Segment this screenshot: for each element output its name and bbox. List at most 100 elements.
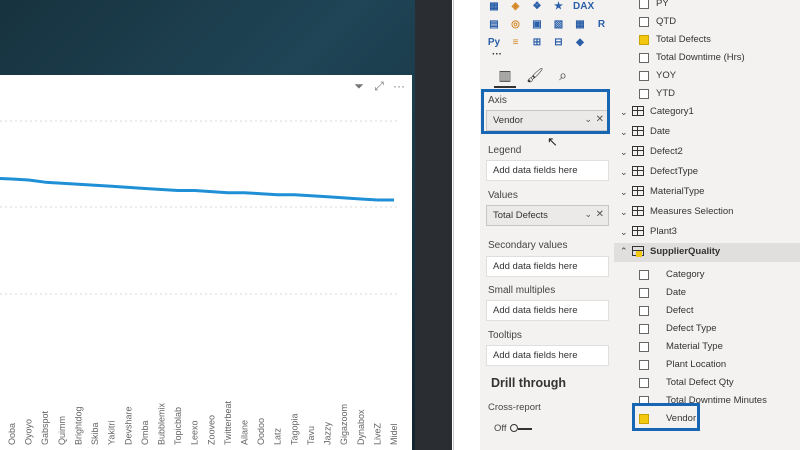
table-row[interactable]: ⌄ Measures Selection <box>618 203 798 221</box>
cross-report-toggle[interactable] <box>510 424 532 433</box>
field-row[interactable]: YOY <box>618 67 798 85</box>
focus-mode-icon[interactable]: ⤢ <box>372 79 386 93</box>
table-row[interactable]: ⌄ Plant3 <box>618 223 798 241</box>
field-row[interactable]: Category <box>618 266 798 284</box>
field-checkbox[interactable] <box>639 360 649 370</box>
visual-type-icon[interactable]: ▦ <box>487 0 501 14</box>
visual-type-icon[interactable]: ◎ <box>509 18 523 32</box>
x-tick-label: Brightdog <box>73 406 83 445</box>
table-row[interactable]: ⌄ MaterialType <box>618 183 798 201</box>
field-checkbox[interactable] <box>639 378 649 388</box>
visual-type-icon[interactable]: ≡ <box>509 36 523 50</box>
x-tick-label: Midel <box>389 423 399 445</box>
table-label: SupplierQuality <box>650 246 721 257</box>
visual-type-icon[interactable]: ★ <box>552 0 566 14</box>
field-row[interactable]: Total Downtime (Hrs) <box>618 49 798 67</box>
field-row[interactable]: Date <box>618 284 798 302</box>
values-field-value: Total Defects <box>493 210 548 221</box>
field-checkbox[interactable] <box>639 324 649 334</box>
chevron-down-icon[interactable]: ⌄ <box>620 203 628 221</box>
visual-type-icon[interactable]: ▤ <box>487 18 501 32</box>
field-checkbox[interactable] <box>639 53 649 63</box>
table-row[interactable]: ⌄ DefectType <box>618 163 798 181</box>
table-row[interactable]: ⌄ Defect2 <box>618 143 798 161</box>
visual-type-icon[interactable]: ❖ <box>530 0 544 14</box>
field-checkbox[interactable] <box>639 89 649 99</box>
field-row[interactable]: Plant Location <box>618 356 798 374</box>
table-icon <box>632 106 644 116</box>
drill-through-heading: Drill through <box>491 376 566 390</box>
values-well[interactable]: Total Defects ⌄ ✕ <box>486 205 609 226</box>
remove-field-icon[interactable]: ✕ <box>596 209 604 220</box>
x-tick-label: Oyoyo <box>24 419 34 445</box>
visual-type-icon[interactable]: DAX <box>573 0 594 14</box>
field-checkbox[interactable] <box>639 17 649 27</box>
legend-label: Legend <box>488 145 522 156</box>
chevron-up-icon[interactable]: ⌃ <box>620 242 628 260</box>
x-tick-label: Ailane <box>240 420 250 445</box>
visual-type-icon[interactable]: ◈ <box>509 0 523 14</box>
visual-type-icon[interactable]: R <box>595 18 609 32</box>
secondary-values-well[interactable]: Add data fields here <box>486 256 609 277</box>
field-checkbox[interactable] <box>639 306 649 316</box>
table-icon <box>632 206 644 216</box>
table-row-expanded[interactable]: ⌃ SupplierQuality <box>618 243 798 261</box>
chevron-down-icon[interactable]: ⌄ <box>620 123 628 141</box>
field-label: Defect <box>666 305 694 316</box>
visual-type-icon[interactable]: ⊞ <box>530 36 544 50</box>
vendor-highlight-box <box>632 403 700 431</box>
field-row[interactable]: YTD <box>618 85 798 103</box>
field-row[interactable]: Material Type <box>618 338 798 356</box>
chevron-down-icon[interactable]: ⌄ <box>620 163 628 181</box>
more-visuals-icon[interactable]: ··· <box>487 48 507 62</box>
chevron-down-icon[interactable]: ⌄ <box>584 209 592 220</box>
field-row[interactable]: Total Defect Qty <box>618 374 798 392</box>
x-tick-label: Topicblab <box>173 407 183 445</box>
field-row[interactable]: Defect Type <box>618 320 798 338</box>
visual-type-icon[interactable]: ▧ <box>552 18 566 32</box>
field-row[interactable]: QTD <box>618 13 798 31</box>
table-row[interactable]: ⌄ Category1 <box>618 103 798 121</box>
field-checkbox[interactable] <box>639 270 649 280</box>
visual-type-icon[interactable]: ▣ <box>530 18 544 32</box>
line-chart-visual[interactable]: ⏷ ⤢ ··· Ooba Oyoyo Gabspot Quimm Brightdog Sk… <box>0 75 412 450</box>
fields-tab-icon[interactable]: ▥ <box>497 67 513 83</box>
format-tab-icon[interactable]: 🖌 <box>526 67 544 83</box>
visual-type-icon[interactable]: ▦ <box>573 18 587 32</box>
field-checkbox[interactable] <box>639 35 649 45</box>
analytics-tab-icon[interactable]: ⌕ <box>555 67 571 83</box>
chevron-down-icon[interactable]: ⌄ <box>620 183 628 201</box>
filter-icon[interactable]: ⏷ <box>352 79 366 93</box>
legend-placeholder: Add data fields here <box>493 165 578 176</box>
field-label: Plant Location <box>666 359 727 370</box>
table-label: Defect2 <box>650 146 683 157</box>
chevron-down-icon[interactable]: ⌄ <box>620 103 628 121</box>
x-tick-label: Leexo <box>190 420 200 445</box>
pane-gap <box>452 0 480 450</box>
secondary-values-label: Secondary values <box>488 240 568 251</box>
tooltips-label: Tooltips <box>488 330 522 341</box>
small-multiples-well[interactable]: Add data fields here <box>486 300 609 321</box>
field-checkbox[interactable] <box>639 0 649 9</box>
visual-type-icon[interactable]: ⊟ <box>552 36 566 50</box>
field-row[interactable]: Total Defects <box>618 31 798 49</box>
chevron-down-icon[interactable]: ⌄ <box>620 223 628 241</box>
field-label: Category <box>666 269 705 280</box>
legend-well[interactable]: Add data fields here <box>486 160 609 181</box>
table-row[interactable]: ⌄ Date <box>618 123 798 141</box>
more-options-icon[interactable]: ··· <box>392 79 406 93</box>
x-tick-label: Gigazoom <box>339 404 349 445</box>
field-checkbox[interactable] <box>639 288 649 298</box>
table-label: DefectType <box>650 166 699 177</box>
field-row[interactable]: Defect <box>618 302 798 320</box>
field-row[interactable]: PY <box>618 0 798 13</box>
field-checkbox[interactable] <box>639 71 649 81</box>
canvas-gutter <box>415 0 452 450</box>
field-checkbox[interactable] <box>639 342 649 352</box>
field-label: Material Type <box>666 341 723 352</box>
field-label: QTD <box>656 16 677 27</box>
tooltips-well[interactable]: Add data fields here <box>486 345 609 366</box>
chevron-down-icon[interactable]: ⌄ <box>620 143 628 161</box>
visual-type-icon[interactable]: ◆ <box>573 36 587 50</box>
field-label: YOY <box>656 70 677 81</box>
